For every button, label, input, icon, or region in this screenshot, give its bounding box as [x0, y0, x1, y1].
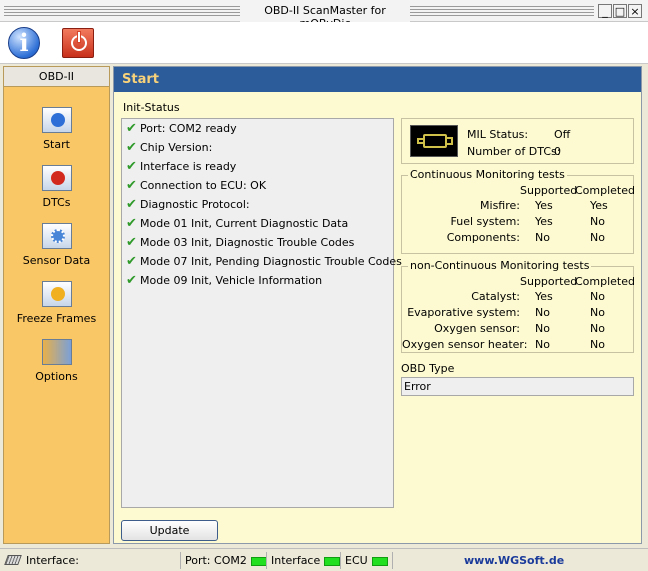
- test-completed: No: [590, 290, 605, 303]
- minimize-button[interactable]: _: [598, 4, 612, 18]
- test-completed: Yes: [590, 199, 608, 212]
- list-item: ✔ Diagnostic Protocol:: [126, 197, 250, 212]
- obd-type-label: OBD Type: [401, 362, 455, 375]
- test-supported: Yes: [535, 199, 553, 212]
- mil-status-box: MIL Status: Off Number of DTCs: 0: [401, 118, 634, 164]
- column-header: Supported: [520, 184, 578, 197]
- sidebar: OBD-II Start DTCs Sensor Data Freeze Fra…: [3, 66, 110, 544]
- update-button[interactable]: Update: [121, 520, 218, 541]
- column-header: Supported: [520, 275, 578, 288]
- status-bar: Interface: Port: COM2 Interface ECU www.…: [0, 548, 648, 571]
- sidebar-item-label: Options: [35, 370, 78, 383]
- interface-icon: [4, 555, 22, 565]
- close-button[interactable]: ×: [628, 4, 642, 18]
- init-status-list[interactable]: ✔ Port: COM2 ready ✔ Chip Version: ✔ Interf…: [121, 118, 402, 508]
- continuous-monitoring-group: Continuous Monitoring tests Supported Co…: [401, 168, 635, 254]
- title-bar: OBD-II ScanMaster for mOByDic _ □ ×: [0, 0, 648, 30]
- website-link[interactable]: www.WGSoft.de: [464, 552, 564, 569]
- column-header: Completed: [575, 275, 635, 288]
- check-icon: ✔: [126, 140, 137, 155]
- init-status-label: Init-Status: [123, 101, 180, 114]
- status-interface-label: Interface:: [26, 554, 79, 567]
- check-icon: ✔: [126, 121, 137, 136]
- sensor-icon: [41, 223, 72, 249]
- dtc-count-value: 0: [554, 145, 561, 158]
- test-supported: No: [535, 322, 550, 335]
- test-name: Catalyst:: [471, 290, 520, 303]
- list-item: ✔ Interface is ready: [126, 159, 237, 174]
- list-item: ✔ Mode 01 Init, Current Diagnostic Data: [126, 216, 349, 231]
- dtc-count-label: Number of DTCs:: [467, 145, 561, 158]
- status-interface: Interface: [266, 552, 341, 569]
- sidebar-header: OBD-II: [4, 67, 109, 87]
- power-icon[interactable]: [60, 26, 96, 60]
- mil-status-value: Off: [554, 128, 571, 141]
- list-item: ✔ Mode 07 Init, Pending Diagnostic Troubl…: [126, 254, 402, 269]
- check-icon: ✔: [126, 235, 137, 250]
- test-name: Components:: [446, 231, 520, 244]
- test-name: Misfire:: [480, 199, 520, 212]
- freeze-frames-icon: [41, 281, 72, 307]
- status-port: Port: COM2: [180, 552, 267, 569]
- interface-led: [324, 556, 341, 566]
- ecu-led: [371, 556, 388, 566]
- sidebar-item-options[interactable]: Options: [4, 339, 109, 383]
- test-completed: No: [590, 306, 605, 319]
- test-completed: No: [590, 215, 605, 228]
- toolbar: i: [0, 22, 648, 64]
- check-icon: ✔: [126, 159, 137, 174]
- test-supported: No: [535, 306, 550, 319]
- list-item: ✔ Connection to ECU: OK: [126, 178, 267, 193]
- dtc-icon: [41, 165, 72, 191]
- options-icon: [41, 339, 72, 365]
- main-panel: Start Init-Status ✔ Port: COM2 ready ✔ Chi…: [113, 66, 642, 544]
- sidebar-item-freeze-frames[interactable]: Freeze Frames: [4, 281, 109, 325]
- group-title: Continuous Monitoring tests: [408, 168, 567, 181]
- test-name: Oxygen sensor:: [434, 322, 520, 335]
- list-item: ✔ Mode 09 Init, Vehicle Information: [126, 273, 323, 288]
- test-name: Evaporative system:: [407, 306, 520, 319]
- test-supported: Yes: [535, 215, 553, 228]
- list-item: ✔ Mode 03 Init, Diagnostic Trouble Codes: [126, 235, 355, 250]
- check-icon: ✔: [126, 197, 137, 212]
- sidebar-item-dtcs[interactable]: DTCs: [4, 165, 109, 209]
- test-name: Fuel system:: [450, 215, 521, 228]
- status-ecu: ECU: [340, 552, 392, 569]
- column-header: Completed: [575, 184, 635, 197]
- sidebar-item-sensor-data[interactable]: Sensor Data: [4, 223, 109, 267]
- test-name: Oxygen sensor heater:: [402, 338, 528, 351]
- sidebar-item-label: Start: [43, 138, 70, 151]
- group-title: non-Continuous Monitoring tests: [408, 259, 592, 272]
- info-icon[interactable]: i: [6, 26, 42, 60]
- test-supported: No: [535, 231, 550, 244]
- maximize-button[interactable]: □: [613, 4, 627, 18]
- check-icon: ✔: [126, 254, 137, 269]
- obd-type-field[interactable]: Error: [401, 377, 634, 396]
- sidebar-item-label: Sensor Data: [22, 254, 91, 267]
- list-item: ✔ Chip Version:: [126, 140, 213, 155]
- test-completed: No: [590, 338, 605, 351]
- check-icon: ✔: [126, 273, 137, 288]
- start-icon: [41, 107, 72, 133]
- mil-status-label: MIL Status:: [467, 128, 529, 141]
- test-completed: No: [590, 231, 605, 244]
- test-completed: No: [590, 322, 605, 335]
- test-supported: No: [535, 338, 550, 351]
- list-item: ✔ Port: COM2 ready: [126, 121, 237, 136]
- test-supported: Yes: [535, 290, 553, 303]
- check-icon: ✔: [126, 178, 137, 193]
- sidebar-item-label: DTCs: [42, 196, 71, 209]
- check-icon: ✔: [126, 216, 137, 231]
- page-title: Start: [114, 67, 641, 92]
- check-engine-icon: [410, 125, 458, 157]
- sidebar-item-label: Freeze Frames: [16, 312, 97, 325]
- port-led: [250, 556, 267, 566]
- non-continuous-monitoring-group: non-Continuous Monitoring tests Supporte…: [401, 259, 635, 353]
- sidebar-item-start[interactable]: Start: [4, 107, 109, 151]
